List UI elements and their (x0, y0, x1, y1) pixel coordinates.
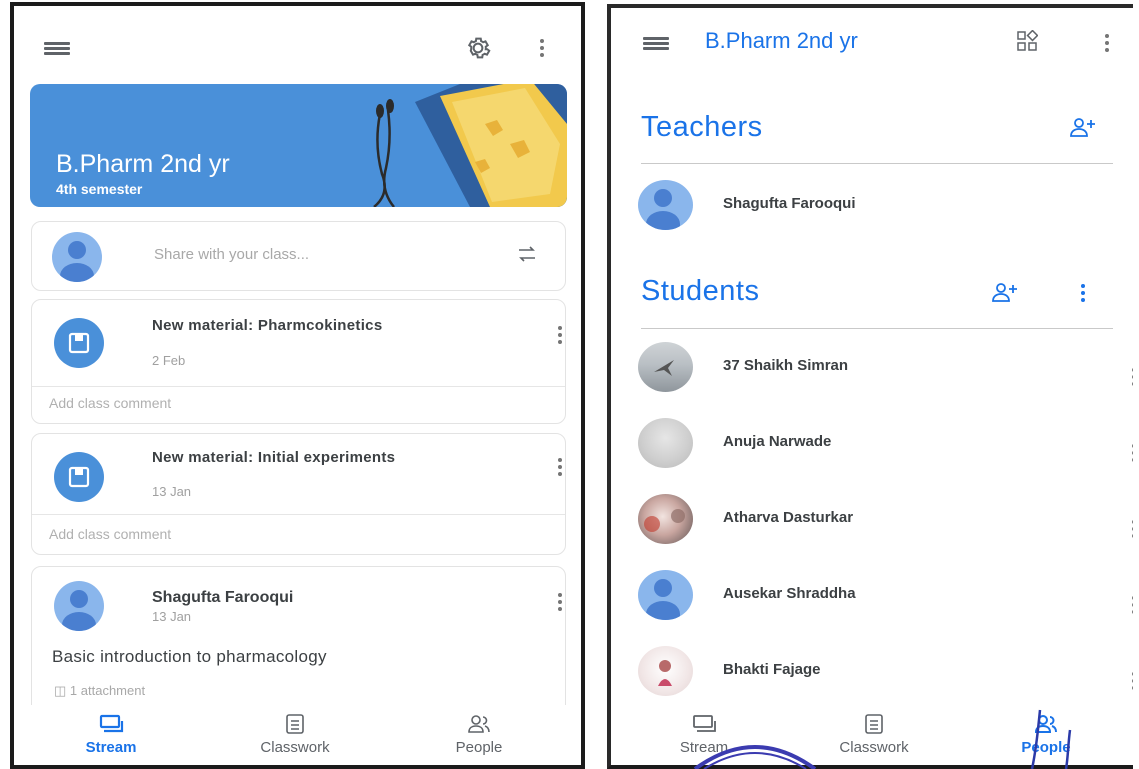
avatar (638, 570, 693, 620)
student-name: Bhakti Fajage (723, 661, 821, 678)
menu-icon[interactable] (643, 37, 669, 51)
announcement-text: Basic introduction to pharmacology (52, 647, 327, 666)
share-card[interactable]: Share with your class... (31, 221, 566, 291)
menu-icon[interactable] (44, 42, 70, 56)
add-comment-link[interactable]: Add class comment (49, 526, 171, 542)
student-row[interactable]: Ausekar Shraddha (638, 570, 1133, 620)
page-title: B.Pharm 2nd yr (705, 28, 858, 53)
add-comment-link[interactable]: Add class comment (49, 395, 171, 411)
nav-classwork[interactable]: Classwork (230, 713, 360, 757)
people-icon (468, 715, 490, 733)
signature-mark (1030, 709, 1072, 769)
add-person-icon[interactable] (1069, 116, 1097, 138)
student-row[interactable]: Atharva Dasturkar (638, 494, 1133, 544)
student-name: Ausekar Shraddha (723, 585, 856, 602)
material-icon (54, 318, 104, 368)
teachers-heading: Teachers (641, 111, 763, 143)
nav-classwork[interactable]: Classwork (809, 713, 939, 757)
more-vert-icon[interactable] (1132, 520, 1133, 541)
class-title: B.Pharm 2nd yr (56, 150, 230, 178)
divider (641, 328, 1113, 329)
student-photo (638, 494, 693, 544)
post-date: 2 Feb (152, 353, 186, 368)
divider (32, 514, 565, 515)
student-name: Anuja Narwade (723, 433, 832, 450)
nav-label: Classwork (260, 739, 330, 756)
more-vert-icon[interactable] (558, 326, 564, 347)
attachment-count: 1 attachment (69, 683, 146, 698)
avatar (52, 232, 102, 282)
more-vert-icon[interactable] (540, 39, 546, 60)
attachment-link[interactable]: ◫ 1 attachment (54, 683, 145, 699)
nav-stream[interactable]: Stream (46, 713, 176, 757)
stream-top-bar (14, 6, 581, 78)
students-heading: Students (641, 275, 760, 307)
avatar (54, 581, 104, 631)
announcement-author: Shagufta Farooqui (152, 589, 294, 606)
stream-screen: B.Pharm 2nd yr 4th semester Share with y… (10, 2, 585, 769)
post-date: 13 Jan (152, 484, 192, 499)
nav-label: People (455, 739, 503, 756)
more-vert-icon[interactable] (1132, 368, 1133, 389)
teacher-name: Shagufta Farooqui (723, 195, 856, 212)
stream-icon (693, 715, 716, 732)
repost-icon[interactable] (515, 242, 539, 266)
class-section: 4th semester (56, 181, 143, 197)
more-vert-icon[interactable] (1081, 284, 1087, 305)
avatar (638, 180, 693, 230)
post-title: New material: Pharmcokinetics (152, 317, 383, 334)
classwork-icon (865, 714, 883, 734)
student-name: Atharva Dasturkar (723, 509, 854, 526)
bottom-navigation: Stream Classwork People (14, 705, 581, 765)
material-icon (54, 452, 104, 502)
attachment-icon: ◫ (54, 683, 67, 698)
more-vert-icon[interactable] (1132, 444, 1133, 465)
student-photo (638, 418, 693, 468)
share-input[interactable]: Share with your class... (154, 246, 309, 263)
more-vert-icon[interactable] (1105, 34, 1111, 55)
student-row[interactable]: Anuja Narwade (638, 418, 1133, 468)
gear-icon[interactable] (463, 33, 493, 63)
post-card[interactable]: New material: Initial experiments 13 Jan… (31, 433, 566, 555)
add-person-icon[interactable] (991, 281, 1019, 303)
people-top-bar: B.Pharm 2nd yr (611, 8, 1133, 80)
student-photo (638, 646, 693, 696)
more-vert-icon[interactable] (1132, 672, 1133, 693)
banner-illustration (373, 84, 567, 207)
class-banner[interactable]: B.Pharm 2nd yr 4th semester (30, 84, 567, 207)
stream-icon (99, 714, 124, 733)
divider (32, 386, 565, 387)
stamp-mark (693, 745, 817, 769)
announcement-date: 13 Jan (152, 609, 192, 624)
nav-label: Classwork (839, 739, 909, 756)
class-grid-icon[interactable] (1016, 30, 1038, 52)
people-screen: B.Pharm 2nd yr Teachers Shagufta Farooqu… (607, 4, 1133, 769)
student-row[interactable]: Bhakti Fajage (638, 646, 1133, 696)
divider (641, 163, 1113, 164)
nav-people[interactable]: People (414, 713, 544, 757)
nav-label: Stream (85, 739, 137, 756)
classwork-icon (286, 714, 304, 734)
student-row[interactable]: 37 Shaikh Simran (638, 342, 1133, 392)
announcement-card[interactable]: Shagufta Farooqui 13 Jan Basic introduct… (31, 566, 566, 716)
more-vert-icon[interactable] (1132, 596, 1133, 617)
more-vert-icon[interactable] (558, 593, 564, 614)
student-name: 37 Shaikh Simran (723, 357, 849, 374)
post-card[interactable]: New material: Pharmcokinetics 2 Feb Add … (31, 299, 566, 424)
more-vert-icon[interactable] (558, 458, 564, 479)
teacher-row[interactable]: Shagufta Farooqui (638, 180, 1118, 230)
post-title: New material: Initial experiments (152, 449, 396, 466)
student-photo (638, 342, 693, 392)
